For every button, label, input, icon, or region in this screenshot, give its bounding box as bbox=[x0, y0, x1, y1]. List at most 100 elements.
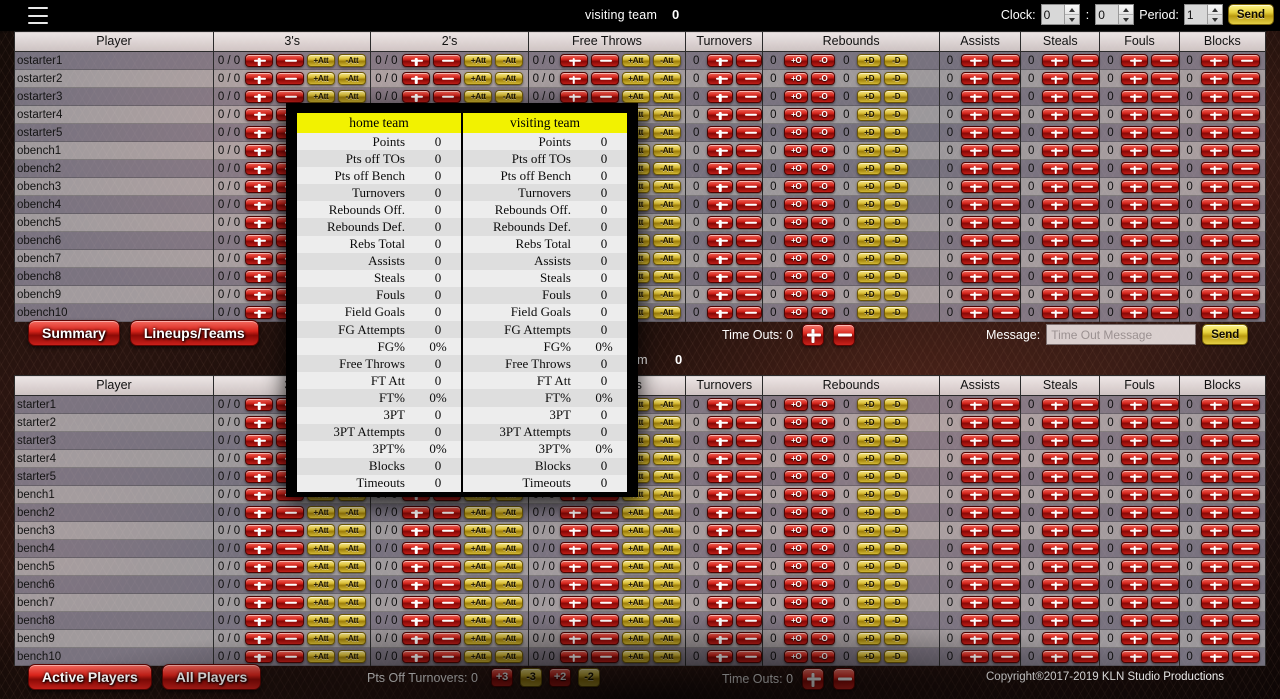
away-steals-minus-button[interactable] bbox=[1072, 90, 1100, 103]
pot-plus3-button[interactable]: +3 bbox=[490, 668, 513, 687]
away-threes-plus-button[interactable] bbox=[245, 252, 274, 265]
away-player-name[interactable]: obench9 bbox=[13, 285, 215, 304]
away-dreb-minus-button[interactable]: -D bbox=[884, 54, 909, 67]
home-steals-plus-button[interactable] bbox=[1042, 434, 1070, 447]
home-oreb-minus-button[interactable]: -O bbox=[811, 524, 836, 537]
away-player-name[interactable]: obench10 bbox=[13, 303, 215, 322]
home-dreb-minus-button[interactable]: -D bbox=[884, 434, 909, 447]
away-fouls-plus-button[interactable] bbox=[1121, 252, 1149, 265]
away-free-throws-att-minus-button[interactable]: -Att bbox=[652, 90, 681, 103]
home-blocks-minus-button[interactable] bbox=[1231, 470, 1260, 483]
home-fouls-minus-button[interactable] bbox=[1151, 434, 1179, 447]
away-fouls-plus-button[interactable] bbox=[1121, 216, 1149, 229]
away-dreb-minus-button[interactable]: -D bbox=[884, 198, 909, 211]
away-oreb-minus-button[interactable]: -O bbox=[811, 288, 836, 301]
home-dreb-plus-button[interactable]: +D bbox=[857, 578, 882, 591]
home-steals-plus-button[interactable] bbox=[1042, 524, 1070, 537]
home-timeout-decrement-button[interactable] bbox=[833, 668, 856, 690]
away-dreb-minus-button[interactable]: -D bbox=[884, 72, 909, 85]
home-dreb-plus-button[interactable]: +D bbox=[857, 434, 882, 447]
away-dreb-minus-button[interactable]: -D bbox=[884, 288, 909, 301]
away-steals-minus-button[interactable] bbox=[1072, 162, 1100, 175]
away-steals-minus-button[interactable] bbox=[1072, 234, 1100, 247]
home-blocks-plus-button[interactable] bbox=[1200, 560, 1229, 573]
home-free-throws-plus-button[interactable] bbox=[559, 596, 588, 609]
home-blocks-plus-button[interactable] bbox=[1200, 488, 1229, 501]
away-threes-att-plus-button[interactable]: +Att bbox=[307, 54, 336, 67]
home-oreb-minus-button[interactable]: -O bbox=[811, 614, 836, 627]
all-players-button[interactable]: All Players bbox=[161, 664, 262, 690]
home-dreb-minus-button[interactable]: -D bbox=[884, 614, 909, 627]
home-oreb-minus-button[interactable]: -O bbox=[811, 560, 836, 573]
home-oreb-minus-button[interactable]: -O bbox=[811, 470, 836, 483]
home-threes-plus-button[interactable] bbox=[245, 470, 274, 483]
away-assists-plus-button[interactable] bbox=[960, 54, 989, 67]
home-twos-att-plus-button[interactable]: +Att bbox=[464, 506, 493, 519]
away-threes-plus-button[interactable] bbox=[245, 90, 274, 103]
home-assists-minus-button[interactable] bbox=[991, 578, 1020, 591]
away-assists-minus-button[interactable] bbox=[991, 234, 1020, 247]
away-blocks-plus-button[interactable] bbox=[1200, 108, 1229, 121]
table-row[interactable]: obench50 / 0+Att-Att0 / 0+Att-Att0 / 0+A… bbox=[13, 213, 1267, 232]
home-steals-plus-button[interactable] bbox=[1042, 542, 1070, 555]
clock-seconds-up-icon[interactable] bbox=[1119, 5, 1134, 15]
away-oreb-minus-button[interactable]: -O bbox=[811, 72, 836, 85]
away-oreb-plus-button[interactable]: +O bbox=[784, 270, 809, 283]
away-turnovers-minus-button[interactable] bbox=[736, 198, 763, 211]
home-twos-minus-button[interactable] bbox=[433, 650, 462, 663]
home-twos-att-minus-button[interactable]: -Att bbox=[495, 524, 524, 537]
clock-seconds-input[interactable] bbox=[1096, 5, 1119, 24]
away-twos-plus-button[interactable] bbox=[402, 90, 431, 103]
away-free-throws-minus-button[interactable] bbox=[590, 90, 619, 103]
home-free-throws-att-plus-button[interactable]: +Att bbox=[621, 614, 650, 627]
away-steals-plus-button[interactable] bbox=[1042, 198, 1070, 211]
clock-minutes-down-icon[interactable] bbox=[1065, 15, 1079, 24]
away-dreb-plus-button[interactable]: +D bbox=[857, 270, 882, 283]
home-turnovers-plus-button[interactable] bbox=[707, 434, 734, 447]
away-blocks-plus-button[interactable] bbox=[1200, 306, 1229, 319]
away-turnovers-minus-button[interactable] bbox=[736, 270, 763, 283]
away-dreb-minus-button[interactable]: -D bbox=[884, 180, 909, 193]
home-twos-att-plus-button[interactable]: +Att bbox=[464, 578, 493, 591]
home-oreb-minus-button[interactable]: -O bbox=[811, 506, 836, 519]
home-threes-minus-button[interactable] bbox=[276, 542, 305, 555]
home-fouls-minus-button[interactable] bbox=[1151, 614, 1179, 627]
away-steals-minus-button[interactable] bbox=[1072, 252, 1100, 265]
home-blocks-minus-button[interactable] bbox=[1231, 650, 1260, 663]
away-turnovers-plus-button[interactable] bbox=[707, 288, 734, 301]
home-threes-att-minus-button[interactable]: -Att bbox=[338, 632, 367, 645]
away-twos-minus-button[interactable] bbox=[433, 54, 462, 67]
home-dreb-minus-button[interactable]: -D bbox=[884, 542, 909, 555]
away-threes-att-plus-button[interactable]: +Att bbox=[307, 90, 336, 103]
away-dreb-minus-button[interactable]: -D bbox=[884, 306, 909, 319]
away-steals-minus-button[interactable] bbox=[1072, 72, 1100, 85]
away-blocks-plus-button[interactable] bbox=[1200, 270, 1229, 283]
home-assists-minus-button[interactable] bbox=[991, 650, 1020, 663]
away-threes-plus-button[interactable] bbox=[245, 270, 274, 283]
home-twos-att-minus-button[interactable]: -Att bbox=[495, 632, 524, 645]
active-players-button[interactable]: Active Players bbox=[28, 664, 152, 690]
away-dreb-minus-button[interactable]: -D bbox=[884, 234, 909, 247]
away-threes-minus-button[interactable] bbox=[276, 90, 305, 103]
away-turnovers-minus-button[interactable] bbox=[736, 252, 763, 265]
home-assists-plus-button[interactable] bbox=[960, 560, 989, 573]
home-threes-att-plus-button[interactable]: +Att bbox=[307, 614, 336, 627]
away-fouls-minus-button[interactable] bbox=[1151, 252, 1179, 265]
home-turnovers-minus-button[interactable] bbox=[736, 470, 763, 483]
home-turnovers-minus-button[interactable] bbox=[736, 650, 763, 663]
away-blocks-minus-button[interactable] bbox=[1231, 198, 1260, 211]
away-fouls-plus-button[interactable] bbox=[1121, 180, 1149, 193]
away-assists-plus-button[interactable] bbox=[960, 162, 989, 175]
away-turnovers-minus-button[interactable] bbox=[736, 306, 763, 319]
home-turnovers-minus-button[interactable] bbox=[736, 416, 763, 429]
home-assists-minus-button[interactable] bbox=[991, 470, 1020, 483]
home-threes-att-plus-button[interactable]: +Att bbox=[307, 578, 336, 591]
away-free-throws-att-minus-button[interactable]: -Att bbox=[652, 198, 681, 211]
message-send-button[interactable]: Send bbox=[1202, 324, 1249, 345]
home-dreb-minus-button[interactable]: -D bbox=[884, 470, 909, 483]
home-threes-plus-button[interactable] bbox=[245, 596, 274, 609]
home-free-throws-att-minus-button[interactable]: -Att bbox=[652, 632, 681, 645]
table-row[interactable]: obench100 / 0+Att-Att0 / 0+Att-Att0 / 0+… bbox=[13, 303, 1267, 322]
away-turnovers-plus-button[interactable] bbox=[707, 234, 734, 247]
table-row[interactable]: obench90 / 0+Att-Att0 / 0+Att-Att0 / 0+A… bbox=[13, 285, 1267, 304]
